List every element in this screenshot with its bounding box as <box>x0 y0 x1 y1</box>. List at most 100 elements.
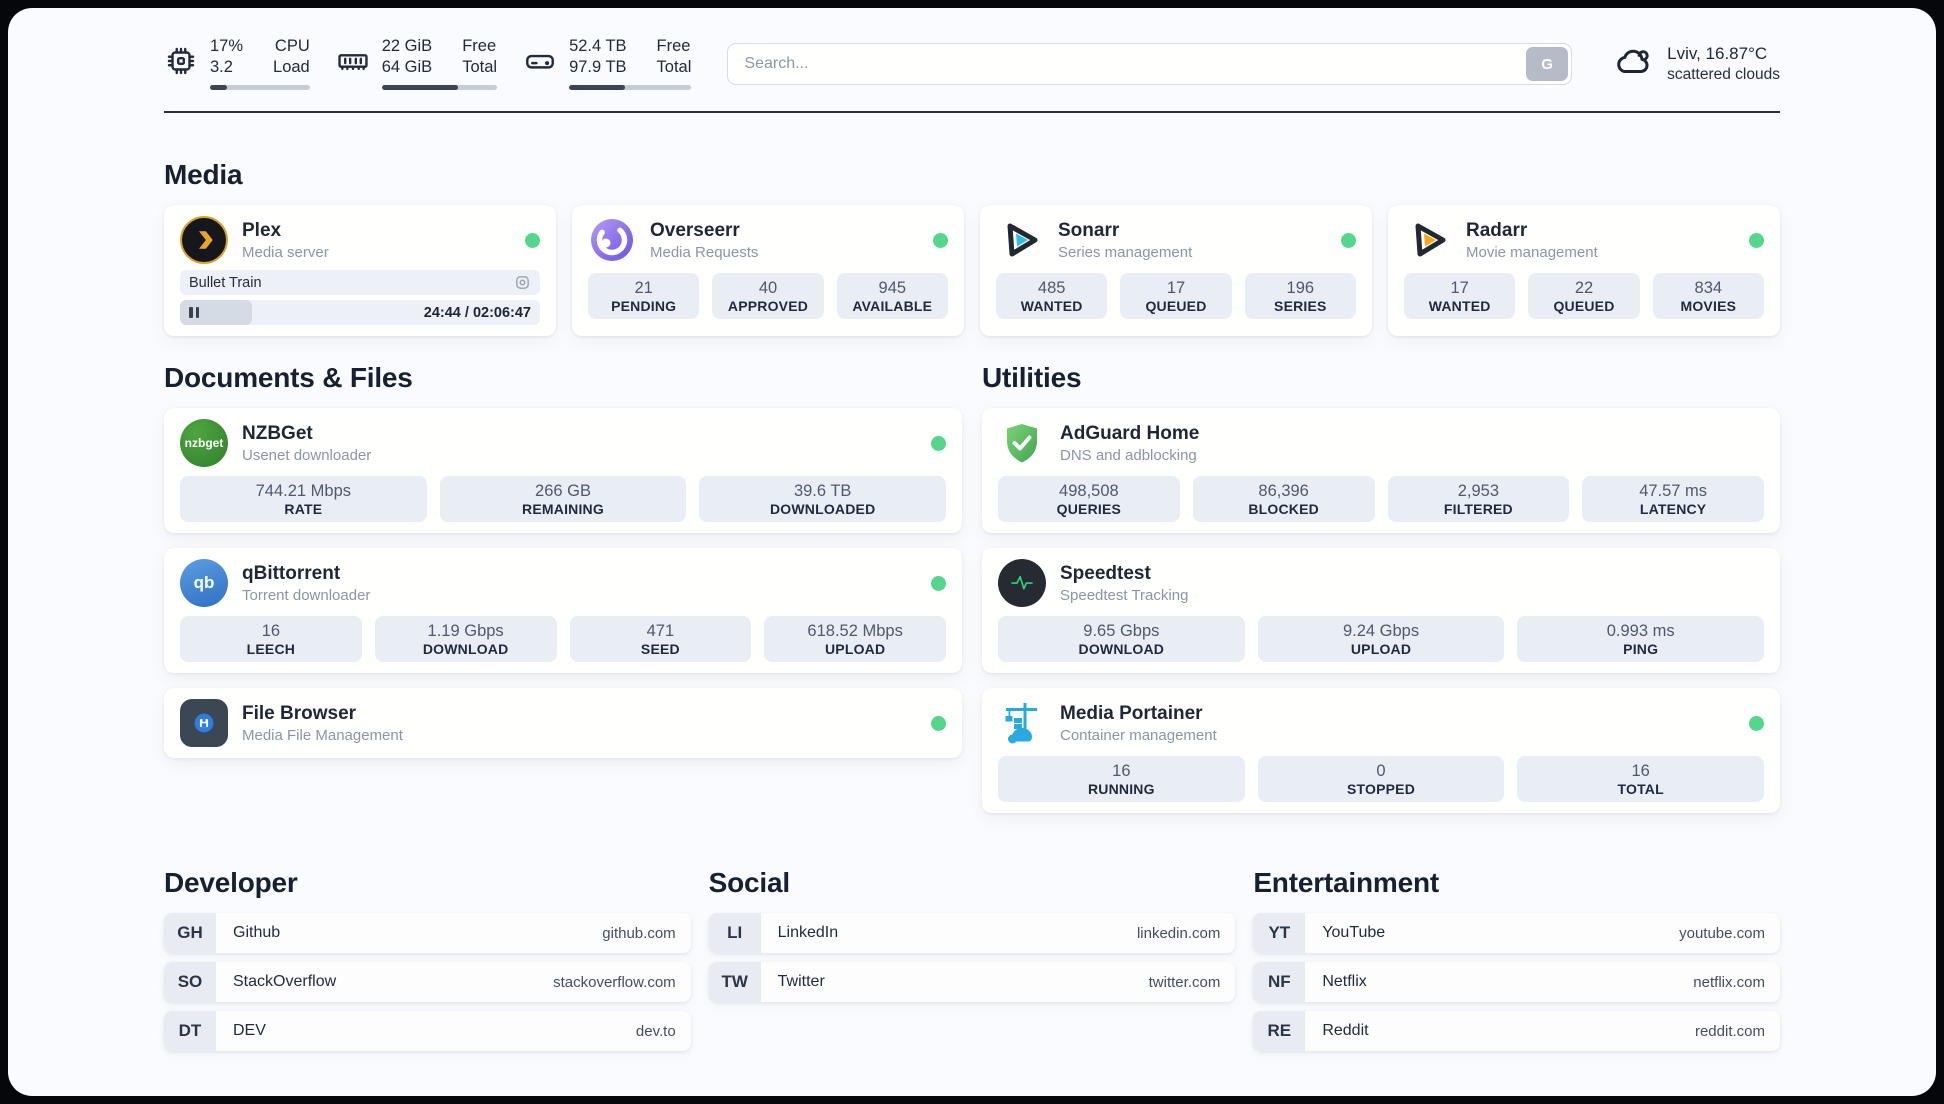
cpu-icon <box>164 36 198 90</box>
playback-progressbar: 24:44 / 02:06:47 <box>180 300 540 325</box>
bookmark-name: Netflix <box>1322 973 1367 990</box>
section-title-documents: Documents & Files <box>164 362 413 393</box>
app-name: AdGuard Home <box>1060 422 1200 444</box>
stat-box: 17 WANTED <box>1404 273 1516 319</box>
bookmark-linkedin[interactable]: LI LinkedIn linkedin.com <box>708 913 1236 953</box>
stat-box: 196 SERIES <box>1244 273 1356 319</box>
search-bar: G <box>727 43 1573 85</box>
bookmark-github[interactable]: GH Github github.com <box>164 913 691 953</box>
bookmark-twitter[interactable]: TW Twitter twitter.com <box>708 962 1236 1002</box>
section-title-developer: Developer <box>164 867 298 898</box>
adguard-icon <box>998 419 1046 467</box>
stat-box: 86,396 BLOCKED <box>1192 476 1375 522</box>
pause-icon[interactable] <box>189 307 200 318</box>
bookmark-url: github.com <box>602 924 676 942</box>
bookmark-stackoverflow[interactable]: SO StackOverflow stackoverflow.com <box>164 962 691 1002</box>
radarr-icon <box>1404 216 1452 264</box>
weather-widget: Lviv, 16.87°C scattered clouds <box>1612 40 1780 87</box>
app-card-sonarr[interactable]: Sonarr Series management 485 WANTED 17 QUE… <box>980 205 1372 336</box>
filebrowser-icon <box>180 699 228 747</box>
app-description: Media File Management <box>242 726 403 744</box>
app-name: Plex <box>242 219 282 241</box>
cpu-widget: 17% 3.2 CPU Load <box>164 36 310 90</box>
app-description: Usenet downloader <box>242 446 372 464</box>
ram-labels: Free Total <box>462 37 498 76</box>
weather-location-temp: Lviv, 16.87°C <box>1667 43 1768 63</box>
stat-box: 9.65 Gbps DOWNLOAD <box>998 616 1245 662</box>
app-card-filebrowser[interactable]: File Browser Media File Management <box>164 688 962 758</box>
disk-progressbar <box>569 85 692 90</box>
bookmark-name: Github <box>233 924 281 941</box>
stat-box: 471 SEED <box>569 616 752 662</box>
bookmark-url: netflix.com <box>1693 973 1765 991</box>
qbittorrent-icon: qb <box>180 559 228 607</box>
bookmark-url: dev.to <box>635 1022 676 1040</box>
bookmark-abbr: DT <box>164 1011 216 1051</box>
ram-widget: 22 GiB 64 GiB Free Total <box>336 36 498 90</box>
stat-box: 744.21 Mbps RATE <box>180 476 427 522</box>
now-playing-modal-icon[interactable] <box>514 274 531 291</box>
now-playing-row: Bullet Train <box>180 270 540 295</box>
app-description: Torrent downloader <box>242 586 371 604</box>
ram-progressbar <box>381 85 498 90</box>
now-playing-title: Bullet Train <box>189 274 262 291</box>
weather-condition: scattered clouds <box>1667 65 1780 83</box>
stat-box: 16 LEECH <box>180 616 362 662</box>
plex-icon <box>180 216 228 264</box>
bookmark-netflix[interactable]: NF Netflix netflix.com <box>1253 962 1780 1002</box>
stat-box: 16 TOTAL <box>1517 756 1765 802</box>
bookmark-name: Reddit <box>1322 1022 1369 1039</box>
bookmark-url: stackoverflow.com <box>553 973 676 991</box>
bookmark-abbr: SO <box>164 962 216 1002</box>
bookmark-url: linkedin.com <box>1136 924 1221 942</box>
app-description: Container management <box>1060 726 1217 744</box>
stat-box: 834 MOVIES <box>1652 273 1764 319</box>
app-description: Movie management <box>1466 243 1598 261</box>
bookmark-abbr: YT <box>1253 913 1306 953</box>
app-name: qBittorrent <box>242 562 341 584</box>
disk-values: 52.4 TB 97.9 TB <box>569 37 627 76</box>
app-card-nzbget[interactable]: nzbget NZBGet Usenet downloader 744.21 M… <box>164 408 962 533</box>
bookmark-reddit[interactable]: RE Reddit reddit.com <box>1253 1011 1780 1051</box>
search-input[interactable] <box>727 43 1573 85</box>
bookmark-abbr: RE <box>1253 1011 1306 1051</box>
bookmark-name: DEV <box>233 1022 266 1039</box>
app-description: Series management <box>1058 243 1193 261</box>
status-online-dot <box>1749 232 1764 248</box>
app-card-speedtest[interactable]: Speedtest Speedtest Tracking 9.65 Gbps DO… <box>982 548 1780 673</box>
app-card-qbittorrent[interactable]: qb qBittorrent Torrent downloader 16 LEEC… <box>164 548 962 673</box>
app-description: Speedtest Tracking <box>1060 586 1189 604</box>
app-card-portainer[interactable]: Media Portainer Container management 16 R… <box>982 688 1780 813</box>
ram-icon <box>336 36 370 90</box>
stat-box: 47.57 ms LATENCY <box>1582 476 1764 522</box>
stat-box: 498,508 QUERIES <box>998 476 1180 522</box>
status-online-dot <box>931 715 946 731</box>
app-name: NZBGet <box>242 422 313 444</box>
bookmark-dev[interactable]: DT DEV dev.to <box>164 1011 691 1051</box>
stat-box: 2,953 FILTERED <box>1387 476 1570 522</box>
app-card-overseerr[interactable]: Overseerr Media Requests 21 PENDING 40 APP… <box>572 205 964 336</box>
bookmark-abbr: GH <box>164 913 216 953</box>
stat-box: 21 PENDING <box>588 273 700 319</box>
bookmark-abbr: TW <box>708 962 761 1002</box>
stat-box: 16 RUNNING <box>998 756 1245 802</box>
section-title-social: Social <box>708 867 790 898</box>
status-online-dot <box>1749 715 1764 731</box>
app-card-adguard[interactable]: AdGuard Home DNS and adblocking 498,508 Q… <box>982 408 1780 533</box>
overseerr-icon <box>588 216 636 264</box>
stat-box: 40 APPROVED <box>712 273 824 319</box>
cloud-icon <box>1612 40 1654 87</box>
bookmark-url: reddit.com <box>1694 1022 1765 1040</box>
stat-box: 945 AVAILABLE <box>836 273 948 319</box>
search-engine-button[interactable]: G <box>1526 47 1569 81</box>
bookmark-abbr: LI <box>708 913 761 953</box>
bookmark-youtube[interactable]: YT YouTube youtube.com <box>1253 913 1780 953</box>
stat-box: 9.24 Gbps UPLOAD <box>1257 616 1505 662</box>
section-title-entertainment: Entertainment <box>1253 867 1439 898</box>
app-card-plex[interactable]: Plex Media server Bullet Train 24:44 / 0… <box>164 205 556 336</box>
section-title-media: Media <box>164 159 243 190</box>
dashboard-page: 17% 3.2 CPU Load 22 GiB 64 GiB Free Tota… <box>8 8 1936 1096</box>
stat-box: 618.52 Mbps UPLOAD <box>764 616 946 662</box>
app-card-radarr[interactable]: Radarr Movie management 17 WANTED 22 QUEUE… <box>1388 205 1780 336</box>
stat-box: 0 STOPPED <box>1257 756 1505 802</box>
